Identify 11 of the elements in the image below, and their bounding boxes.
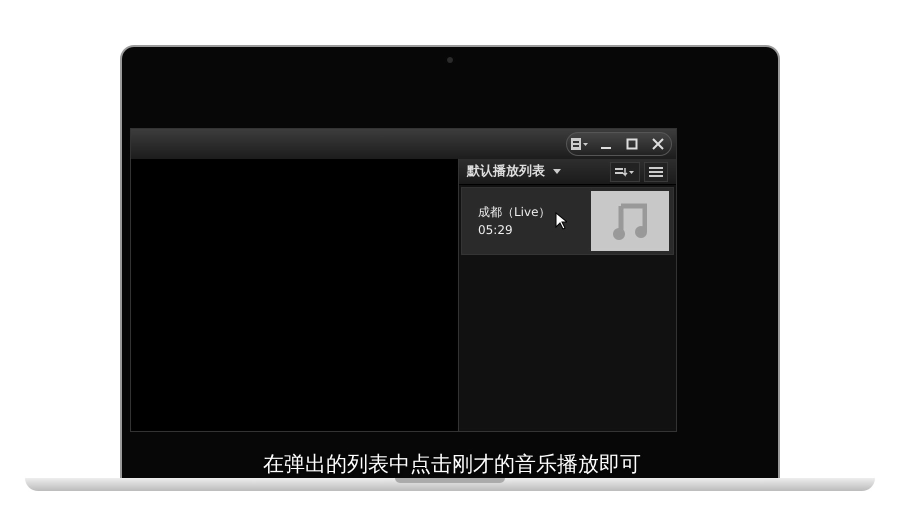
subtitle: 在弹出的列表中点击刚才的音乐播放即可 bbox=[262, 451, 642, 478]
track-duration: 05:29 bbox=[478, 222, 514, 239]
camera-icon bbox=[447, 57, 453, 63]
playlist-dropdown[interactable]: 默认播放列表 bbox=[467, 162, 561, 182]
music-note-icon bbox=[613, 202, 647, 240]
menu-icon[interactable] bbox=[644, 162, 668, 182]
sort-icon[interactable] bbox=[610, 162, 640, 182]
caret-icon bbox=[553, 169, 561, 174]
track-item[interactable]: 成都（Live） 05:29 bbox=[461, 187, 674, 255]
track-title: 成都（Live） bbox=[478, 204, 551, 221]
mouse-pointer-icon bbox=[555, 212, 567, 230]
